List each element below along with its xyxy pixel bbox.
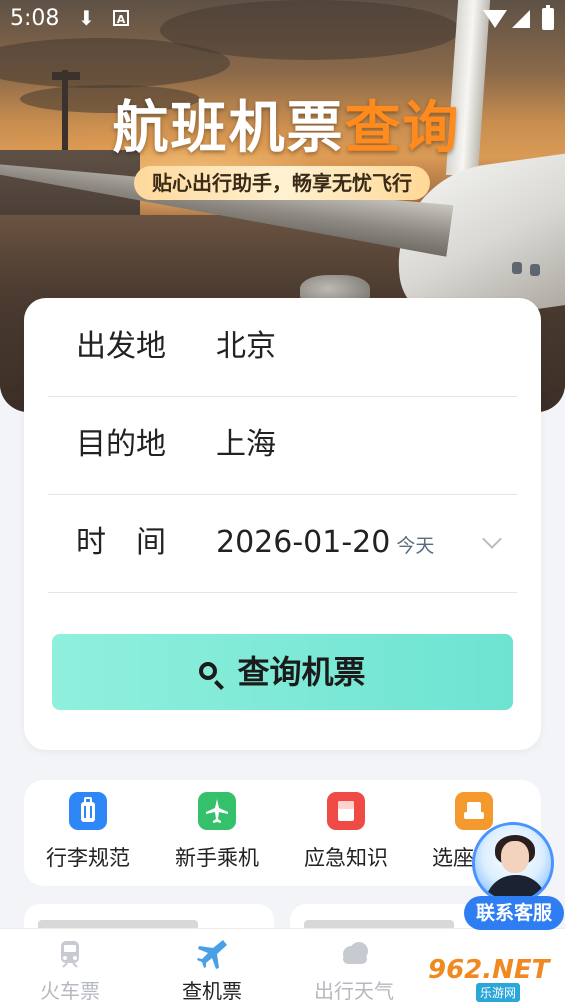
hero-subtitle: 贴心出行助手，畅享无忧飞行 — [134, 166, 430, 200]
date-row[interactable]: 时 间 2026-01-20 今天 — [48, 494, 517, 593]
departure-value[interactable]: 北京 — [216, 298, 276, 396]
tab-label: 火车票 — [40, 979, 100, 1003]
cloud-icon — [337, 937, 371, 971]
flight-search-card: 出发地 北京 目的地 上海 时 间 2026-01-20 今天 查询机票 — [24, 298, 541, 750]
tab-train[interactable]: 火车票 — [10, 937, 130, 1004]
airplane-icon — [198, 792, 236, 830]
search-flights-button[interactable]: 查询机票 — [52, 634, 513, 710]
luggage-icon — [69, 792, 107, 830]
date-value: 2026-01-20 — [216, 525, 391, 560]
battery-icon — [542, 5, 554, 30]
airplane-icon — [195, 937, 229, 971]
agent-face — [501, 841, 529, 873]
cellular-signal-icon — [512, 10, 530, 28]
light-pole-top — [52, 72, 80, 80]
watermark-mark: 962.NET — [428, 955, 550, 985]
departure-label: 出发地 — [76, 329, 166, 364]
customer-service-label: 联系客服 — [464, 896, 564, 930]
quick-link-beginner[interactable]: 新手乘机 — [153, 792, 281, 872]
status-time: 5:08 — [10, 6, 60, 31]
tab-weather[interactable]: 出行天气 — [294, 937, 414, 1004]
status-bar: 5:08 ⬇ A — [0, 0, 565, 40]
customer-service-button[interactable]: 联系客服 — [464, 820, 564, 930]
quick-link-label: 新手乘机 — [175, 846, 259, 870]
train-icon — [53, 937, 87, 971]
destination-label: 目的地 — [76, 427, 166, 462]
destination-row[interactable]: 目的地 上海 — [48, 396, 517, 495]
plane-window — [530, 264, 540, 276]
first-aid-icon — [327, 792, 365, 830]
departure-row[interactable]: 出发地 北京 — [48, 298, 517, 397]
search-icon — [199, 662, 218, 680]
hero-title-main: 航班机票 — [112, 95, 345, 161]
tab-flights[interactable]: 查机票 — [152, 937, 272, 1004]
chevron-down-icon[interactable] — [482, 529, 502, 549]
quick-link-label: 应急知识 — [304, 846, 388, 870]
tab-label: 查机票 — [182, 979, 242, 1003]
a-notification-icon: A — [113, 10, 129, 26]
agent-avatar — [472, 822, 554, 904]
destination-value[interactable]: 上海 — [216, 396, 276, 494]
date-today-hint: 今天 — [396, 535, 435, 557]
date-value-wrap[interactable]: 2026-01-20 今天 — [216, 494, 434, 595]
date-label: 时 间 — [76, 525, 166, 560]
wifi-icon — [483, 10, 507, 28]
plane-window — [512, 262, 522, 274]
watermark-sub: 乐游网 — [476, 983, 521, 1002]
tab-label: 出行天气 — [314, 979, 394, 1003]
hero-title-accent: 查询 — [344, 95, 461, 161]
watermark-logo: 962.NET 乐游网 — [428, 955, 558, 1002]
quick-link-luggage[interactable]: 行李规范 — [24, 792, 152, 872]
quick-link-label: 行李规范 — [46, 846, 130, 870]
search-button-label: 查询机票 — [237, 653, 366, 691]
quick-link-emergency[interactable]: 应急知识 — [282, 792, 410, 872]
hero-title: 航班机票查询 — [0, 92, 565, 164]
download-icon: ⬇ — [78, 6, 95, 30]
